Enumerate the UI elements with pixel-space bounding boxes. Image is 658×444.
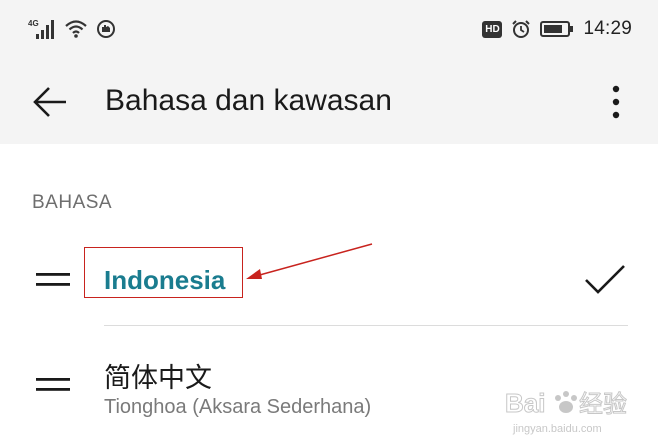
svg-text:4G: 4G (28, 19, 39, 28)
wifi-icon (65, 20, 87, 38)
language-name: 简体中文 (104, 363, 212, 393)
more-vertical-icon (612, 85, 620, 119)
language-subtitle: Tionghoa (Aksara Sederhana) (104, 396, 372, 418)
status-time: 14:29 (583, 18, 632, 39)
app-bar: Bahasa dan kawasan (0, 60, 658, 144)
divider (104, 325, 628, 326)
status-right-icons: HD 14:29 (482, 18, 632, 40)
annotation-arrow (246, 243, 373, 279)
svg-text:经验: 经验 (579, 390, 627, 418)
drag-handle-icon[interactable] (36, 273, 70, 287)
svg-text:Bai: Bai (505, 388, 545, 418)
baidu-watermark-logo: Bai 经验 jingyan.baidu.com (505, 388, 628, 436)
drag-handle-icon[interactable] (36, 378, 70, 392)
alarm-icon (512, 20, 531, 38)
hotspot-icon (97, 20, 115, 38)
more-options-button[interactable] (604, 82, 628, 122)
signal-4g-icon: 4G (28, 19, 54, 39)
back-button[interactable] (30, 82, 70, 122)
status-left-icons: 4G (28, 18, 116, 40)
page-title: Bahasa dan kawasan (105, 84, 392, 117)
arrow-left-icon (33, 87, 66, 117)
battery-icon (540, 21, 574, 37)
annotation-highlight-box (84, 247, 243, 298)
section-label-bahasa: BAHASA (32, 192, 113, 213)
hd-badge: HD (482, 20, 503, 38)
status-bar: 4G HD 14:29 (0, 0, 658, 60)
check-icon (585, 265, 625, 294)
svg-text:jingyan.baidu.com: jingyan.baidu.com (512, 423, 602, 435)
